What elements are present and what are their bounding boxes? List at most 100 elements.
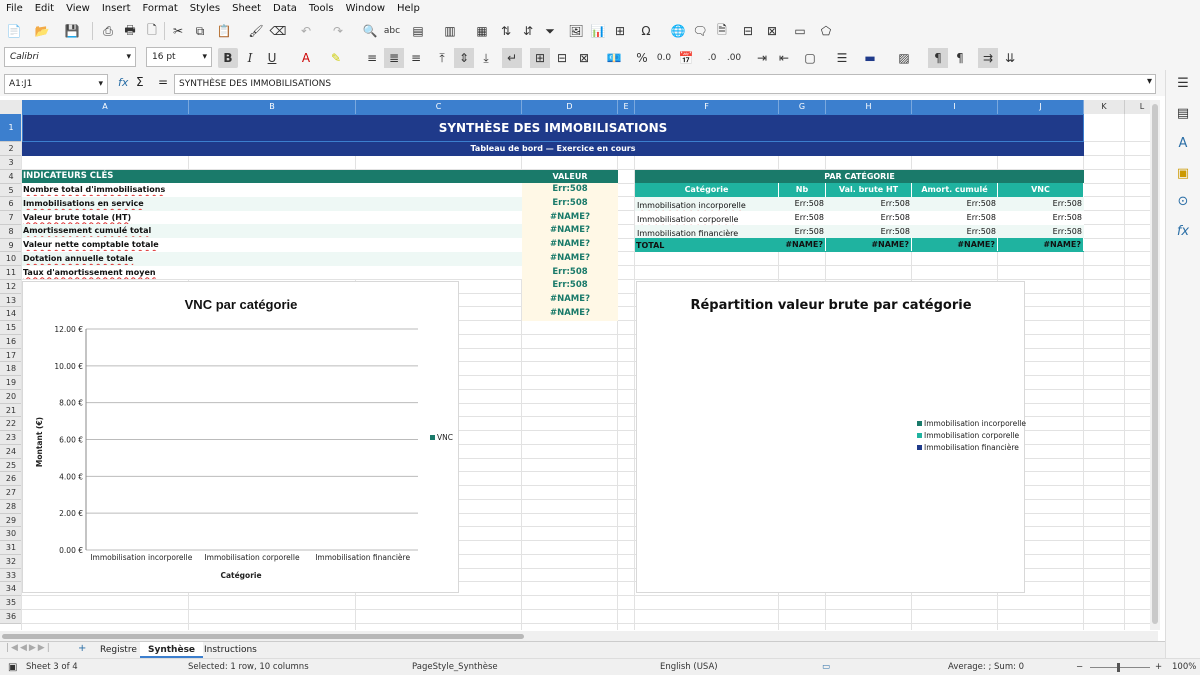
row-header[interactable]: 22 [0, 417, 22, 431]
spreadsheet-grid[interactable]: ABCDEFGHIJKL 1 2 3 4 5 6 7 8 9 10 11 12 13 14 15 16 17 18… [0, 100, 1158, 630]
row-header[interactable]: 21 [0, 403, 22, 418]
row-header[interactable]: 3 [0, 156, 22, 170]
split-window-icon[interactable]: ▭ [790, 21, 810, 41]
chevron-down-icon[interactable]: ▾ [202, 48, 207, 66]
special-character-icon[interactable]: Ω [636, 21, 656, 41]
row-header[interactable]: 25 [0, 458, 22, 473]
row-header[interactable]: 11 [0, 266, 22, 280]
merge-cells-icon[interactable]: ⊟ [552, 48, 572, 68]
add-sheet-icon[interactable]: + [78, 643, 86, 654]
category-brute-cell[interactable]: Err:508 [826, 225, 912, 238]
kpi-label[interactable]: Amortissement cumulé total [22, 224, 522, 237]
borders-icon[interactable]: ▢ [800, 48, 820, 68]
row-header[interactable]: 20 [0, 389, 22, 404]
row-header[interactable]: 4 [0, 169, 22, 184]
insert-chart-icon[interactable]: 📊 [588, 21, 608, 41]
export-pdf-icon[interactable]: ⎙ [98, 21, 118, 41]
row-header[interactable]: 35 [0, 596, 22, 610]
spelling-icon[interactable]: abc [382, 21, 402, 41]
delete-decimal-icon[interactable]: .00 [724, 48, 744, 68]
column-header[interactable]: C [356, 100, 522, 114]
bold-button[interactable]: B [218, 48, 238, 68]
clear-formatting-icon[interactable]: ⌫ [268, 21, 288, 41]
print-preview-icon[interactable]: 🗋 [142, 21, 162, 41]
kpi-value[interactable]: #NAME? [522, 224, 618, 238]
currency-icon[interactable]: 💶 [604, 48, 624, 68]
tab-instructions[interactable]: Instructions [196, 642, 265, 658]
row-header[interactable]: 15 [0, 321, 22, 335]
align-top-icon[interactable]: ⤒ [432, 48, 452, 68]
column-header[interactable]: K [1084, 100, 1125, 114]
hyperlink-icon[interactable]: 🌐 [668, 21, 688, 41]
tab-nav-arrows-icon[interactable]: |◀◀▶▶| [6, 643, 52, 653]
row-header[interactable]: 29 [0, 513, 22, 528]
define-print-area-icon[interactable]: ⊟ [738, 21, 758, 41]
total-label[interactable]: TOTAL [636, 239, 776, 252]
vertical-text-icon[interactable]: ⇊ [1000, 48, 1020, 68]
total-amort-cell[interactable]: #NAME? [912, 238, 998, 252]
underline-button[interactable]: U [262, 48, 282, 68]
column-header[interactable]: D [522, 100, 618, 114]
vnc-bar-chart[interactable]: VNC par catégorie 0.00 € 2.00 € 4.00 € 6.00 … [22, 281, 459, 593]
row-header[interactable]: 24 [0, 444, 22, 459]
sort-descending-icon[interactable]: ⇵ [518, 21, 538, 41]
category-brute-cell[interactable]: Err:508 [826, 197, 912, 210]
sheet-title[interactable]: SYNTHÈSE DES IMMOBILISATIONS [22, 114, 1084, 142]
category-amort-cell[interactable]: Err:508 [912, 225, 998, 238]
kpi-value-header[interactable]: VALEUR [522, 170, 618, 183]
category-brute-cell[interactable]: Err:508 [826, 211, 912, 224]
styles-icon[interactable]: A [1174, 136, 1192, 154]
border-style-icon[interactable]: ☰ [832, 48, 852, 68]
increase-indent-icon[interactable]: ⇥ [752, 48, 772, 68]
kpi-label[interactable]: Immobilisations en service [22, 197, 522, 210]
category-nb-cell[interactable]: Err:508 [779, 225, 826, 238]
category-nb-cell[interactable]: Err:508 [779, 211, 826, 224]
menu-item-7[interactable]: Data [267, 0, 303, 18]
highlight-color-icon[interactable]: ✎ [326, 48, 346, 68]
category-column-header[interactable]: Val. brute HT [826, 183, 912, 197]
row-header[interactable]: 14 [0, 307, 22, 321]
paste-icon[interactable]: 📋 [214, 21, 234, 41]
column-header[interactable]: H [826, 100, 912, 114]
row-header[interactable]: 28 [0, 499, 22, 514]
kpi-label[interactable]: Taux d'amortissement moyen [22, 266, 522, 279]
row-header[interactable]: 7 [0, 211, 22, 225]
open-icon[interactable]: 📂 [32, 21, 52, 41]
category-nb-cell[interactable]: Err:508 [779, 197, 826, 210]
border-color-icon[interactable]: ▬ [860, 48, 880, 68]
row-header[interactable]: 23 [0, 431, 22, 445]
kpi-value[interactable]: Err:508 [522, 279, 618, 293]
conditional-format-icon[interactable]: ▨ [894, 48, 914, 68]
zoom-level[interactable]: 100% [1172, 659, 1196, 676]
merge-center-icon[interactable]: ⊞ [530, 48, 550, 68]
menu-item-9[interactable]: Window [340, 0, 391, 18]
freeze-rows-columns-icon[interactable]: ⊠ [762, 21, 782, 41]
find-replace-icon[interactable]: 🔍 [360, 21, 380, 41]
menu-item-4[interactable]: Format [137, 0, 184, 18]
wrap-text-icon[interactable]: ↵ [502, 48, 522, 68]
row-header[interactable]: 19 [0, 376, 22, 390]
category-amort-cell[interactable]: Err:508 [912, 197, 998, 210]
align-right-icon[interactable]: ≡ [406, 48, 426, 68]
headers-footers-icon[interactable]: 🗎 [712, 21, 732, 41]
kpi-label[interactable]: Valeur nette comptable totale [22, 238, 522, 251]
autofilter-icon[interactable]: ⏷ [540, 21, 560, 41]
sheet-subtitle[interactable]: Tableau de bord — Exercice en cours [22, 142, 1084, 156]
menu-item-5[interactable]: Styles [184, 0, 226, 18]
text-direction-icon[interactable]: ⇉ [978, 48, 998, 68]
font-color-icon[interactable]: A [296, 48, 316, 68]
zoom-slider[interactable] [1090, 667, 1150, 668]
category-amort-cell[interactable]: Err:508 [912, 211, 998, 224]
properties-icon[interactable]: ▤ [1174, 106, 1192, 124]
total-brute-cell[interactable]: #NAME? [826, 238, 912, 252]
align-middle-icon[interactable]: ⇕ [454, 48, 474, 68]
headers-icon[interactable]: ▦ [472, 21, 492, 41]
brute-pie-chart[interactable]: Répartition valeur brute par catégorie Im… [636, 281, 1026, 593]
kpi-label[interactable]: Nombre total d'immobilisations [22, 183, 522, 196]
chevron-down-icon[interactable]: ▾ [126, 48, 131, 66]
print-icon[interactable]: 🖶 [120, 21, 140, 41]
kpi-value[interactable]: Err:508 [522, 183, 618, 197]
tab-registre[interactable]: Registre [92, 642, 145, 658]
row-icon[interactable]: ▤ [408, 21, 428, 41]
comment-icon[interactable]: 🗨 [690, 21, 710, 41]
